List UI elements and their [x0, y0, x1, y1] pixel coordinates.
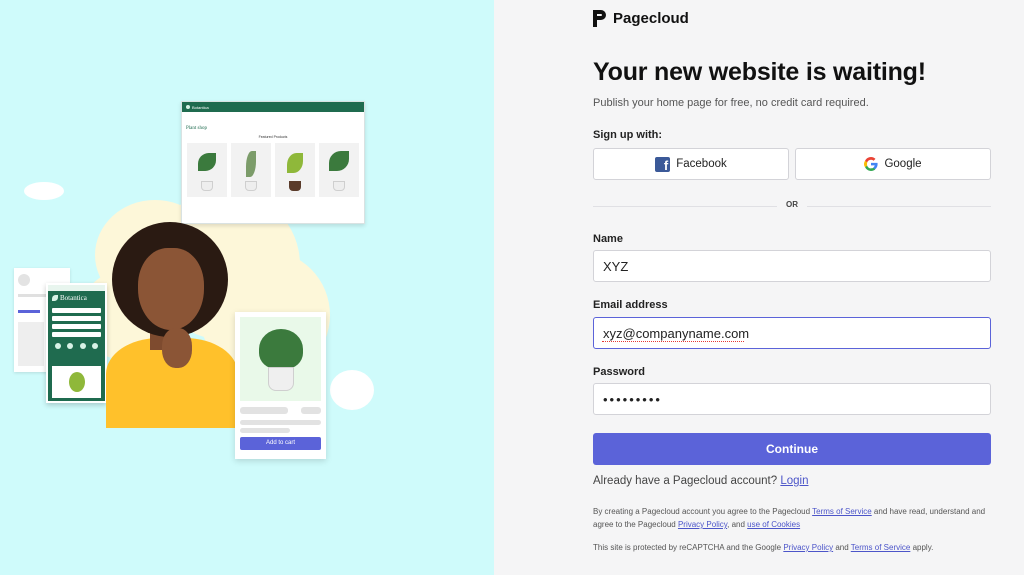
- name-label: Name: [593, 233, 623, 245]
- recaptcha-text: apply.: [910, 543, 934, 552]
- pot-icon: [201, 181, 213, 191]
- facebook-icon: [655, 156, 671, 173]
- recaptcha-notice: This site is protected by reCAPTCHA and …: [593, 541, 993, 554]
- plant-icon: [287, 153, 303, 173]
- email-label: Email address: [593, 299, 668, 311]
- desktop-brand: Botantica: [192, 104, 209, 110]
- product-tile: [275, 143, 315, 197]
- terms-text: By creating a Pagecloud account you agre…: [593, 507, 813, 516]
- cloud-right: [330, 370, 374, 410]
- recaptcha-text: and: [833, 543, 851, 552]
- or-text: OR: [777, 200, 807, 209]
- leaf-icon: [52, 295, 58, 301]
- password-input[interactable]: [593, 383, 991, 415]
- continue-button[interactable]: Continue: [593, 433, 991, 465]
- brand-header[interactable]: Pagecloud: [593, 10, 689, 27]
- facebook-label: Facebook: [676, 158, 727, 170]
- product-tile: [319, 143, 359, 197]
- google-label: Google: [884, 158, 922, 170]
- cloud-small: [24, 182, 64, 200]
- pot-icon: [333, 181, 345, 191]
- pagecloud-logo-icon: [593, 10, 606, 27]
- privacy-link[interactable]: Privacy Policy: [678, 520, 727, 529]
- mobile-plant-image: [52, 366, 101, 398]
- recaptcha-text: This site is protected by reCAPTCHA and …: [593, 543, 784, 552]
- add-to-cart-button: Add to cart: [240, 437, 321, 450]
- plant-icon: [329, 151, 349, 171]
- terms-link[interactable]: Terms of Service: [812, 507, 872, 516]
- illustration-panel: Botantica Plant shop Featured Products B…: [0, 0, 494, 575]
- signup-panel: Pagecloud Your new website is waiting! P…: [494, 0, 1024, 575]
- pot-icon: [245, 181, 257, 191]
- signup-with-label: Sign up with:: [593, 129, 663, 141]
- product-tile: [231, 143, 271, 197]
- desktop-navbar: Botantica: [182, 102, 364, 112]
- plant-icon: [246, 151, 256, 177]
- product-tile: [187, 143, 227, 197]
- desktop-title: Plant shop: [186, 126, 207, 131]
- mobile-mockup: Botantica: [46, 283, 107, 403]
- mobile-brand: Botantica: [60, 294, 87, 302]
- login-prompt-text: Already have a Pagecloud account?: [593, 475, 778, 487]
- desktop-mockup: Botantica Plant shop Featured Products: [181, 101, 365, 224]
- cookies-link[interactable]: use of Cookies: [747, 520, 800, 529]
- spellcheck-underline: [602, 340, 744, 342]
- facebook-signup-button[interactable]: Facebook: [593, 148, 789, 180]
- google-privacy-link[interactable]: Privacy Policy: [783, 543, 833, 552]
- google-terms-link[interactable]: Terms of Service: [851, 543, 911, 552]
- page-title: Your new website is waiting!: [593, 58, 926, 86]
- email-input[interactable]: [593, 317, 991, 349]
- terms-text: , and: [727, 520, 748, 529]
- brand-name: Pagecloud: [613, 10, 689, 27]
- password-label: Password: [593, 366, 645, 378]
- leaf-icon: [186, 105, 190, 109]
- person-hand: [162, 328, 192, 368]
- product-image: [240, 317, 321, 401]
- login-prompt: Already have a Pagecloud account? Login: [593, 475, 808, 487]
- person-face: [138, 248, 204, 330]
- desktop-section-title: Featured Products: [258, 135, 288, 139]
- login-link[interactable]: Login: [780, 475, 808, 487]
- google-icon: [864, 157, 879, 171]
- name-input[interactable]: [593, 250, 991, 282]
- product-card-mockup: Add to cart: [235, 312, 326, 459]
- terms-notice: By creating a Pagecloud account you agre…: [593, 505, 993, 531]
- google-signup-button[interactable]: Google: [795, 148, 991, 180]
- mobile-brand-row: Botantica: [48, 291, 105, 305]
- plant-icon: [198, 153, 216, 171]
- page-subtitle: Publish your home page for free, no cred…: [593, 97, 869, 109]
- pot-icon: [289, 181, 301, 191]
